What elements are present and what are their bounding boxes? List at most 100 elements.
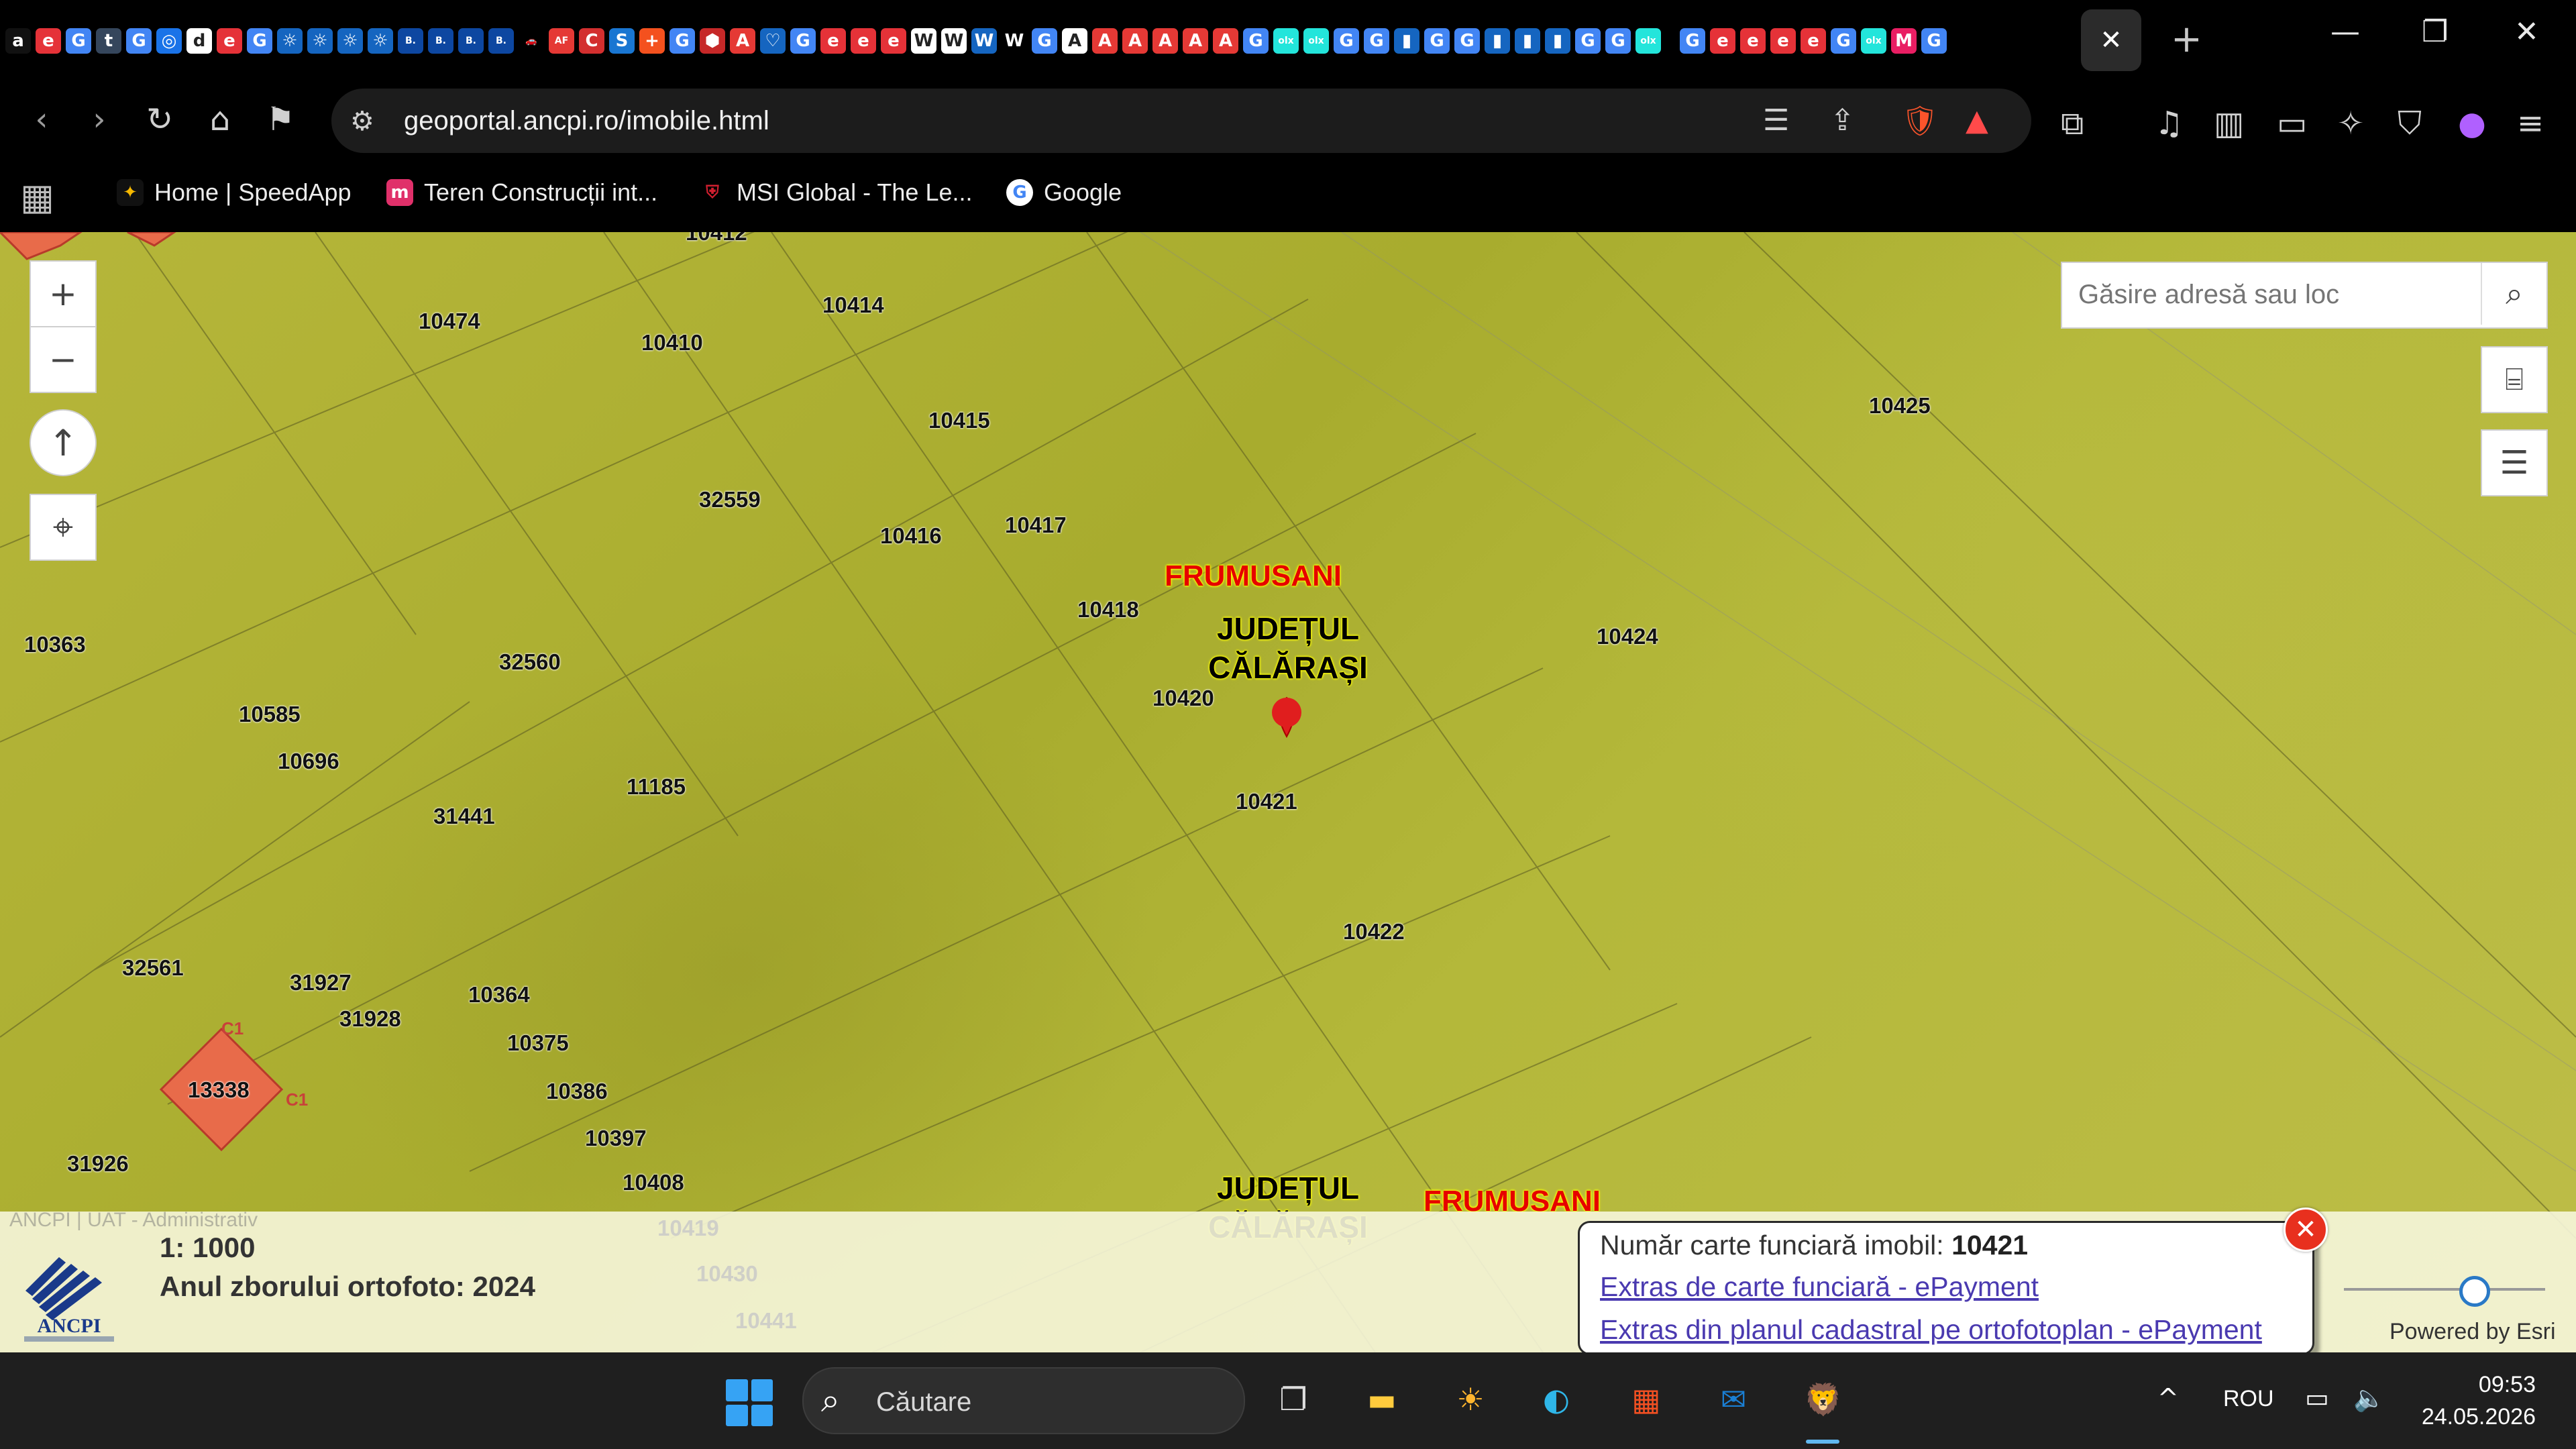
- heart-icon[interactable]: ♡: [760, 28, 786, 54]
- ebay-icon[interactable]: e: [851, 28, 876, 54]
- google-icon[interactable]: G: [1680, 28, 1705, 54]
- parcel-label[interactable]: 10419: [657, 1216, 719, 1241]
- parcel-label[interactable]: 10410: [641, 330, 703, 356]
- brave-icon[interactable]: 🦁: [1796, 1373, 1850, 1426]
- new-tab-button[interactable]: +: [2171, 17, 2202, 61]
- parcel-label[interactable]: 31926: [67, 1151, 129, 1177]
- slider-handle[interactable]: [2459, 1276, 2490, 1307]
- parcel-label[interactable]: 10424: [1597, 624, 1658, 649]
- parcel-label[interactable]: 10386: [546, 1079, 608, 1104]
- flag-icon[interactable]: ▮: [1394, 28, 1419, 54]
- windows-start-icon[interactable]: [726, 1379, 773, 1426]
- ebay-icon[interactable]: e: [1710, 28, 1735, 54]
- document-icon[interactable]: d: [186, 28, 212, 54]
- sidebar-icon[interactable]: ▥: [2214, 105, 2244, 142]
- shield-icon[interactable]: ⬢: [700, 28, 725, 54]
- google-icon[interactable]: G: [126, 28, 152, 54]
- olx-icon[interactable]: olx: [1273, 28, 1299, 54]
- parcel-label[interactable]: 10375: [507, 1030, 569, 1056]
- google-icon[interactable]: G: [669, 28, 695, 54]
- triangle-icon[interactable]: A: [730, 28, 755, 54]
- transparency-slider[interactable]: [2344, 1288, 2545, 1291]
- close-window-button[interactable]: ✕: [2514, 15, 2539, 49]
- archive-icon[interactable]: A: [1062, 28, 1087, 54]
- locate-icon[interactable]: ⌖: [30, 494, 97, 561]
- olx-icon[interactable]: olx: [1861, 28, 1886, 54]
- map-view[interactable]: 10412 10474 10410 10414 10415 32559 1041…: [0, 232, 2576, 1352]
- bookmark-teren[interactable]: m Teren Construcții int...: [386, 178, 657, 207]
- weather-icon[interactable]: ☼: [277, 28, 303, 54]
- language-indicator[interactable]: ROU: [2223, 1386, 2274, 1412]
- address-search-input[interactable]: [2062, 263, 2496, 326]
- parcel-label[interactable]: 10364: [468, 982, 530, 1008]
- triangle-icon[interactable]: A: [1092, 28, 1118, 54]
- brave-shields-icon[interactable]: 🛡: [1901, 103, 1939, 138]
- address-search[interactable]: ⌕: [2061, 262, 2548, 329]
- parcel-label[interactable]: 10408: [623, 1170, 684, 1195]
- extras-cf-link[interactable]: Extras de carte funciară - ePayment: [1600, 1271, 2039, 1303]
- outlook-icon[interactable]: ✉: [1707, 1373, 1760, 1426]
- zoom-out-button[interactable]: −: [30, 326, 97, 393]
- b-icon[interactable]: B.: [458, 28, 484, 54]
- apps-grid-icon[interactable]: ▦: [20, 176, 54, 218]
- plus-icon[interactable]: +: [639, 28, 665, 54]
- weather-icon[interactable]: ☼: [337, 28, 363, 54]
- back-arrow-icon[interactable]: ‹: [20, 98, 63, 141]
- home-icon[interactable]: ⌂: [199, 98, 241, 141]
- parcel-label[interactable]: 10474: [419, 309, 480, 334]
- share-icon[interactable]: ⇪: [1830, 103, 1855, 138]
- bookmark-google[interactable]: G Google: [1006, 178, 1122, 207]
- ebay-icon[interactable]: e: [217, 28, 242, 54]
- network-icon[interactable]: ▭: [2305, 1383, 2329, 1413]
- b-icon[interactable]: B.: [398, 28, 423, 54]
- url-text[interactable]: geoportal.ancpi.ro/imobile.html: [404, 106, 769, 136]
- parcel-label[interactable]: 10416: [880, 523, 942, 549]
- ebay-icon[interactable]: e: [820, 28, 846, 54]
- parcel-label[interactable]: 31927: [290, 970, 352, 996]
- parcel-label[interactable]: 31441: [433, 804, 495, 829]
- parcel-label[interactable]: 10417: [1005, 513, 1067, 538]
- parcel-label[interactable]: 10441: [735, 1308, 797, 1334]
- triangle-icon[interactable]: A: [1152, 28, 1178, 54]
- parcel-label[interactable]: 10397: [585, 1126, 647, 1151]
- olx-icon[interactable]: olx: [1635, 28, 1661, 54]
- weather-icon[interactable]: ☀: [1444, 1373, 1497, 1426]
- parcel-label[interactable]: 11185: [627, 774, 686, 800]
- active-tab[interactable]: ✕: [2081, 9, 2141, 71]
- olx-icon[interactable]: olx: [1303, 28, 1329, 54]
- af-icon[interactable]: AF: [549, 28, 574, 54]
- car-icon[interactable]: 🚗: [519, 28, 544, 54]
- parcel-label[interactable]: 10430: [696, 1261, 758, 1287]
- parcel-label-selected[interactable]: 10421: [1236, 789, 1297, 814]
- google-icon[interactable]: G: [1454, 28, 1480, 54]
- extras-plan-link[interactable]: Extras din planul cadastral pe ortofotop…: [1600, 1314, 2262, 1346]
- tumblr-icon[interactable]: t: [96, 28, 121, 54]
- google-icon[interactable]: G: [790, 28, 816, 54]
- google-icon[interactable]: G: [1605, 28, 1631, 54]
- reader-mode-icon[interactable]: ☰: [1763, 103, 1789, 138]
- forward-arrow-icon[interactable]: ›: [78, 98, 121, 141]
- wallet-icon[interactable]: ▭: [2277, 105, 2307, 142]
- google-icon[interactable]: G: [1032, 28, 1057, 54]
- weather-icon[interactable]: ☼: [307, 28, 333, 54]
- close-tab-icon[interactable]: ✕: [2100, 25, 2123, 56]
- parcel-label[interactable]: 10425: [1869, 393, 1931, 419]
- google-icon[interactable]: G: [1334, 28, 1359, 54]
- parcel-label[interactable]: 10414: [822, 292, 884, 318]
- ebay-icon[interactable]: e: [881, 28, 906, 54]
- menu-icon[interactable]: ≡: [2517, 105, 2544, 142]
- file-explorer-icon[interactable]: ▬: [1355, 1373, 1409, 1426]
- parcel-label[interactable]: 10420: [1152, 686, 1214, 711]
- triangle-icon[interactable]: A: [1122, 28, 1148, 54]
- search-icon[interactable]: ⌕: [2481, 263, 2546, 325]
- popup-close-icon[interactable]: ✕: [2284, 1208, 2328, 1252]
- reload-icon[interactable]: ↻: [138, 98, 181, 141]
- google-icon[interactable]: G: [66, 28, 91, 54]
- brave-rewards-icon[interactable]: ▲: [1966, 103, 1988, 138]
- layer-list-icon[interactable]: ☰: [2481, 429, 2548, 496]
- s-icon[interactable]: S: [609, 28, 635, 54]
- google-icon[interactable]: G: [1921, 28, 1947, 54]
- ebay-icon[interactable]: e: [36, 28, 61, 54]
- parcel-label[interactable]: 10363: [24, 632, 86, 657]
- restore-button[interactable]: ❐: [2422, 15, 2448, 49]
